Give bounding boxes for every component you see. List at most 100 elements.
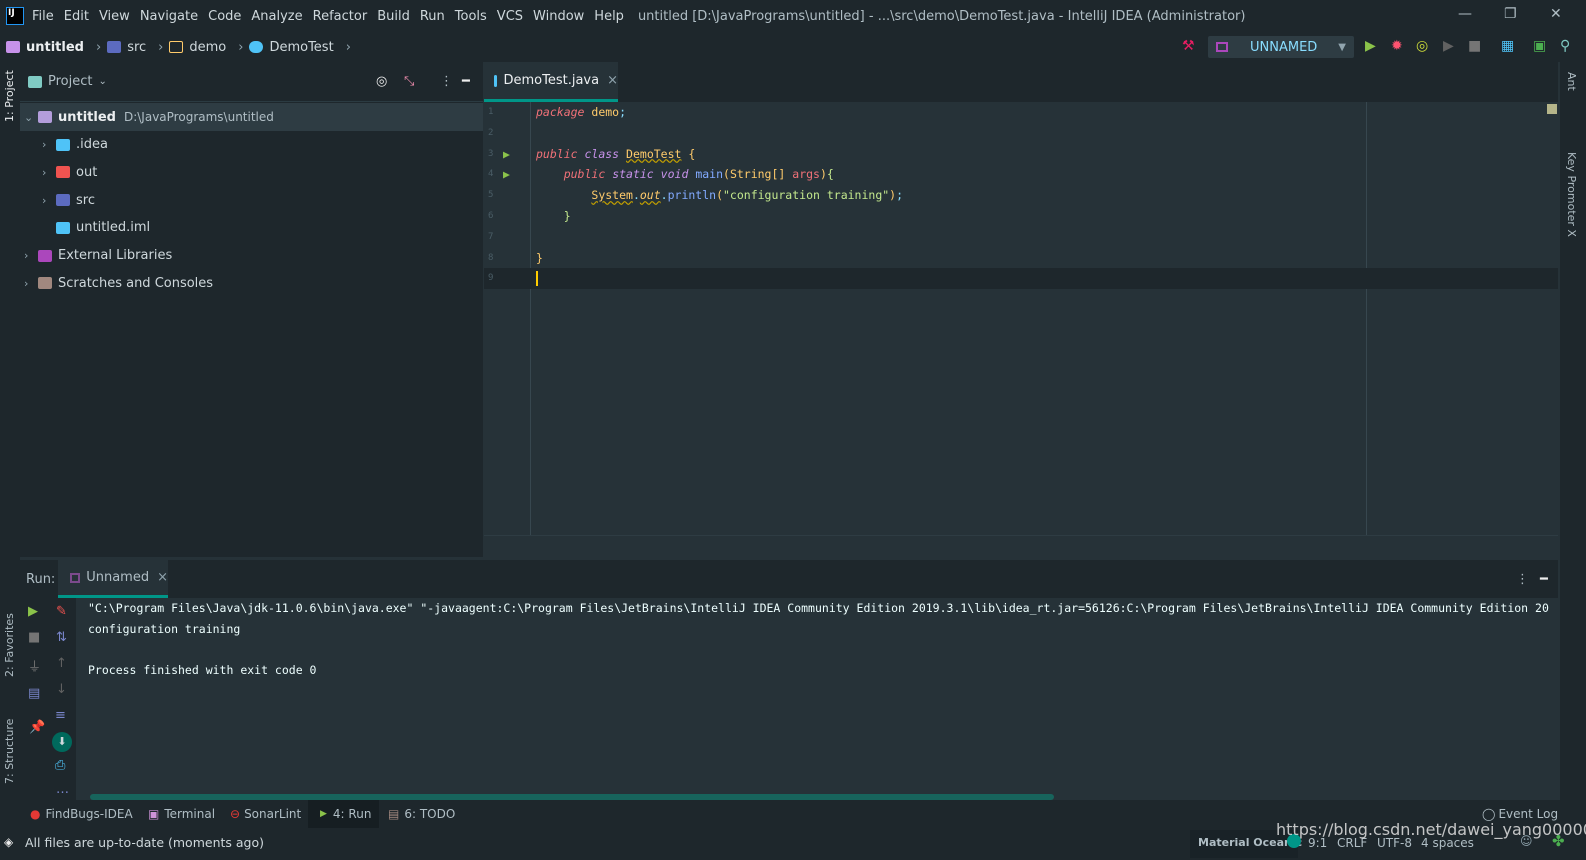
- locate-icon[interactable]: ◎: [376, 74, 387, 89]
- sort-icon[interactable]: ⇅: [56, 630, 67, 645]
- menu-code[interactable]: Code: [208, 9, 241, 24]
- rerun-icon[interactable]: ▶: [28, 604, 38, 619]
- debug-icon[interactable]: ✹: [1391, 38, 1403, 54]
- inspection-indicator[interactable]: [1547, 104, 1557, 114]
- menu-file[interactable]: File: [32, 9, 54, 24]
- menu-navigate[interactable]: Navigate: [140, 9, 198, 24]
- run-icon[interactable]: ▶: [1365, 38, 1376, 54]
- code-line[interactable]: 8}: [484, 248, 1558, 269]
- stop-icon[interactable]: ■: [28, 630, 40, 645]
- run-tool-button[interactable]: ▶ 4: Run: [308, 800, 380, 828]
- menu-help[interactable]: Help: [594, 9, 624, 24]
- editor-horizontal-scrollbar[interactable]: [484, 535, 1558, 557]
- caret: [536, 271, 538, 287]
- tab-demotest-java[interactable]: DemoTest.java ×: [484, 62, 618, 102]
- close-tab-icon[interactable]: ×: [157, 570, 168, 585]
- project-tool-button[interactable]: 1: Project: [3, 70, 16, 122]
- menu-window[interactable]: Window: [533, 9, 584, 24]
- breadcrumb-untitled[interactable]: untitled: [6, 40, 84, 55]
- chevron-icon[interactable]: ⌄: [24, 111, 38, 124]
- code-line[interactable]: 4 public static void main(String[] args)…: [484, 164, 1558, 185]
- project-structure-icon[interactable]: ▦: [1501, 38, 1514, 54]
- down-icon[interactable]: ↓: [56, 682, 67, 697]
- coverage-icon[interactable]: ◎: [1416, 38, 1428, 54]
- profile-icon[interactable]: ▶: [1443, 38, 1454, 54]
- more-options-icon[interactable]: ⋮: [1516, 572, 1529, 587]
- build-hammer-icon[interactable]: ⚒: [1182, 38, 1195, 54]
- collapse-all-icon[interactable]: ⤡: [404, 74, 414, 89]
- status-message[interactable]: All files are up-to-date (moments ago): [25, 835, 264, 850]
- up-icon[interactable]: ↑: [56, 656, 67, 671]
- menu-vcs[interactable]: VCS: [497, 9, 523, 24]
- code-line[interactable]: 2: [484, 123, 1558, 144]
- terminal-tool-button[interactable]: ▣ Terminal: [148, 800, 215, 828]
- clear-icon[interactable]: ✎: [56, 604, 67, 619]
- breadcrumb-demotest[interactable]: DemoTest: [249, 40, 334, 55]
- breadcrumb-demo[interactable]: demo: [169, 40, 226, 55]
- tree-item[interactable]: › External Libraries: [20, 242, 483, 270]
- pin-icon[interactable]: 📌: [29, 720, 45, 735]
- ant-tool-button[interactable]: Ant: [1565, 72, 1578, 91]
- sonarlint-icon: ⊖: [230, 807, 241, 821]
- findbugs-tool-button[interactable]: ● FindBugs-IDEA: [30, 800, 133, 828]
- project-panel-header: Project ⌄ ◎ ⤡ ⋮ ━: [20, 62, 483, 102]
- menu-run[interactable]: Run: [420, 9, 445, 24]
- close-tab-icon[interactable]: ×: [607, 73, 618, 88]
- key-promoter-tool-button[interactable]: Key Promoter X: [1565, 152, 1578, 237]
- code-line[interactable]: 1 package demo;: [484, 102, 1558, 123]
- menu-edit[interactable]: Edit: [64, 9, 89, 24]
- chevron-icon[interactable]: ›: [24, 249, 38, 262]
- tree-item[interactable]: › .idea: [20, 131, 483, 159]
- terminal-icon[interactable]: ▣: [1533, 38, 1546, 54]
- chevron-icon[interactable]: ›: [42, 166, 56, 179]
- tree-item[interactable]: › Scratches and Consoles: [20, 269, 483, 297]
- sonarlint-tool-button[interactable]: ⊖ SonarLint: [230, 800, 301, 828]
- run-gutter-icon[interactable]: ▶: [503, 144, 510, 165]
- project-view-select[interactable]: Project: [48, 74, 92, 89]
- todo-icon: ▤: [388, 807, 400, 821]
- minimize-icon[interactable]: —: [1458, 6, 1472, 22]
- hide-panel-icon[interactable]: ━: [462, 74, 470, 89]
- print-icon[interactable]: ⎙: [55, 758, 65, 773]
- editor[interactable]: DemoTest.java × 1 package demo; 2 3 public c…: [484, 62, 1558, 557]
- restore-icon[interactable]: ❐: [1504, 6, 1517, 22]
- code-line[interactable]: 9: [484, 268, 1558, 290]
- tree-item[interactable]: › src: [20, 186, 483, 214]
- line-number: 1: [488, 107, 494, 117]
- stop-icon[interactable]: ■: [1468, 38, 1481, 54]
- menu-analyze[interactable]: Analyze: [251, 9, 302, 24]
- soft-wrap-icon[interactable]: ≡: [55, 708, 66, 723]
- breadcrumb-src[interactable]: src: [107, 40, 146, 55]
- scroll-to-end-icon[interactable]: ⬇: [52, 732, 72, 752]
- tree-item[interactable]: › out: [20, 158, 483, 186]
- structure-tool-button[interactable]: 7: Structure: [3, 719, 16, 784]
- more-icon[interactable]: …: [56, 782, 69, 797]
- code-line[interactable]: 5 System.out.println("configuration trai…: [484, 185, 1558, 206]
- run-configuration-select[interactable]: UNNAMED ▼: [1208, 36, 1354, 58]
- todo-tool-button[interactable]: ▤ 6: TODO: [388, 800, 455, 828]
- menu-refactor[interactable]: Refactor: [313, 9, 368, 24]
- run-gutter-icon[interactable]: ▶: [503, 164, 510, 185]
- search-icon[interactable]: ⚲: [1560, 38, 1570, 54]
- code-line[interactable]: 3 public class DemoTest {▶: [484, 144, 1558, 165]
- close-icon[interactable]: ✕: [1550, 6, 1562, 22]
- code-line[interactable]: 7: [484, 227, 1558, 248]
- attach-debugger-icon[interactable]: ⏚: [28, 656, 41, 675]
- more-options-icon[interactable]: ⋮: [440, 74, 453, 89]
- code-line[interactable]: 6 }: [484, 206, 1558, 227]
- chevron-icon[interactable]: ›: [42, 138, 56, 151]
- chevron-icon[interactable]: ›: [42, 194, 56, 207]
- watermark: https://blog.csdn.net/dawei_yang000000: [1276, 820, 1586, 839]
- hide-panel-icon[interactable]: ━: [1540, 572, 1548, 587]
- folder-icon: [38, 111, 52, 123]
- tab-unnamed[interactable]: Unnamed ×: [58, 560, 168, 598]
- chevron-icon[interactable]: ›: [24, 277, 38, 290]
- menu-build[interactable]: Build: [377, 9, 410, 24]
- tree-item[interactable]: untitled.iml: [20, 214, 483, 242]
- layout-icon[interactable]: ▤: [28, 686, 40, 701]
- menu-view[interactable]: View: [99, 9, 130, 24]
- package-icon: [169, 41, 184, 53]
- favorites-tool-button[interactable]: 2: Favorites: [3, 613, 16, 677]
- menu-tools[interactable]: Tools: [455, 9, 487, 24]
- tree-item[interactable]: ⌄ untitled D:\JavaPrograms\untitled: [20, 103, 483, 131]
